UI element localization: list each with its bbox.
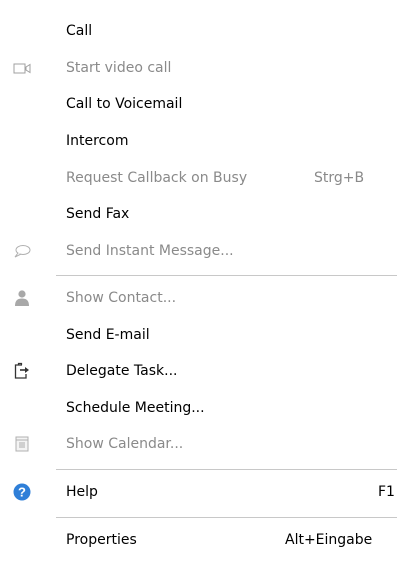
menu-item-request-callback-on-busy[interactable]: Request Callback on Busy Strg+B xyxy=(0,161,397,195)
menu-item-label: Call xyxy=(66,23,93,39)
menu-item-schedule-meeting[interactable]: Schedule Meeting... xyxy=(0,391,397,425)
menu-separator xyxy=(56,517,397,518)
menu-item-intercom[interactable]: Intercom xyxy=(0,124,397,158)
video-camera-icon xyxy=(13,59,31,77)
menu-item-label: Start video call xyxy=(66,60,172,76)
menu-item-label: Show Contact... xyxy=(66,290,177,306)
menu-item-label: Schedule Meeting... xyxy=(66,400,205,416)
menu-item-help[interactable]: ? Help F1 xyxy=(0,475,397,509)
menu-item-label: Send Fax xyxy=(66,206,130,222)
menu-item-label: Intercom xyxy=(66,133,129,149)
menu-item-shortcut: Alt+Eingabe xyxy=(285,532,373,548)
menu-item-start-video-call[interactable]: Start video call xyxy=(0,51,397,85)
menu-item-label: Delegate Task... xyxy=(66,363,178,379)
menu-item-properties[interactable]: Properties Alt+Eingabe xyxy=(0,523,397,557)
svg-text:?: ? xyxy=(18,485,26,500)
menu-item-delegate-task[interactable]: Delegate Task... xyxy=(0,354,397,388)
contact-person-icon xyxy=(13,289,31,307)
calendar-icon xyxy=(13,435,31,453)
menu-item-label: Show Calendar... xyxy=(66,436,184,452)
menu-item-call-to-voicemail[interactable]: Call to Voicemail xyxy=(0,87,397,121)
menu-item-label: Call to Voicemail xyxy=(66,96,183,112)
menu-item-label: Properties xyxy=(66,532,137,548)
menu-item-shortcut: Strg+B xyxy=(314,170,365,186)
menu-item-label: Send E-mail xyxy=(66,327,150,343)
chat-bubble-icon xyxy=(13,242,31,260)
menu-item-send-fax[interactable]: Send Fax xyxy=(0,197,397,231)
menu-separator xyxy=(56,275,397,276)
menu-item-label: Request Callback on Busy xyxy=(66,170,248,186)
context-menu: Call Start video call Call to Voicemail … xyxy=(0,0,397,561)
menu-item-call[interactable]: Call xyxy=(0,14,397,48)
menu-item-send-instant-message[interactable]: Send Instant Message... xyxy=(0,234,397,268)
menu-separator xyxy=(56,469,397,470)
menu-item-label: Send Instant Message... xyxy=(66,243,234,259)
menu-item-send-e-mail[interactable]: Send E-mail xyxy=(0,318,397,352)
help-question-icon: ? xyxy=(13,483,31,501)
delegate-task-icon xyxy=(13,362,31,380)
menu-item-show-contact[interactable]: Show Contact... xyxy=(0,281,397,315)
menu-item-shortcut: F1 xyxy=(378,484,395,500)
menu-item-label: Help xyxy=(66,484,98,500)
menu-item-show-calendar[interactable]: Show Calendar... xyxy=(0,427,397,461)
